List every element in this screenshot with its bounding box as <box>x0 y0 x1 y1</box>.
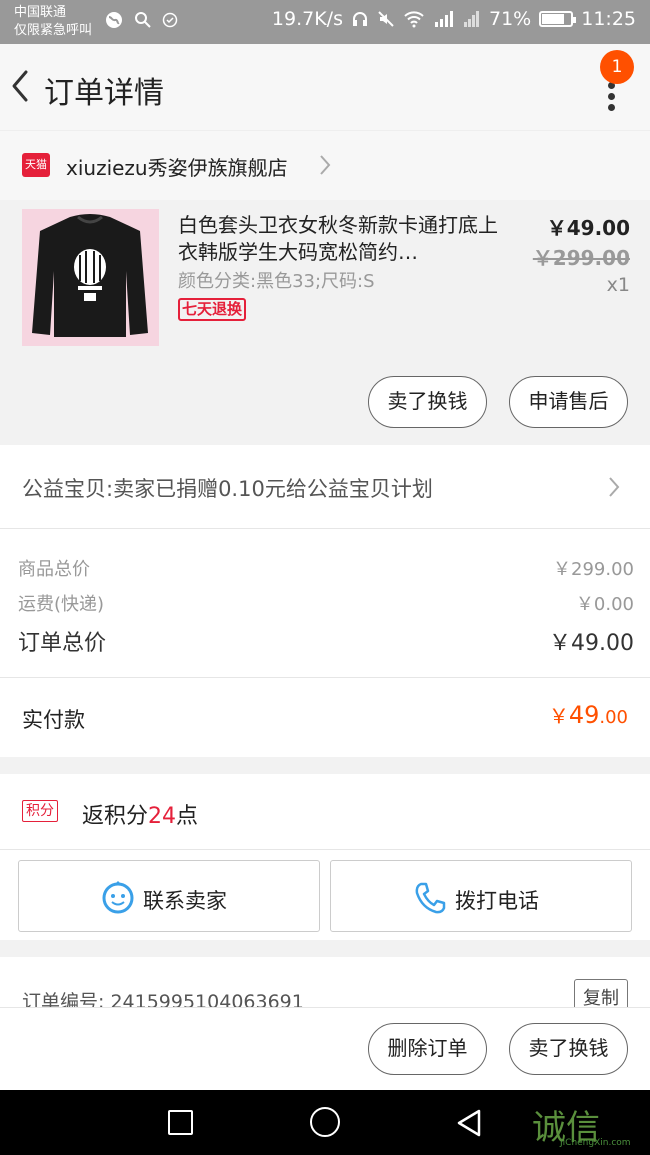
store-name[interactable]: xiuziezu秀姿伊族旗舰店 <box>66 152 288 181</box>
copy-button[interactable]: 复制 <box>574 979 628 1007</box>
chevron-right-icon <box>320 155 331 175</box>
goods-total-label: 商品总价 <box>18 559 90 580</box>
system-nav-bar: 诚信 JiChengXin.com <box>0 1090 650 1155</box>
status-bar: 中国联通 仅限紧急呼叫 19.7K/s 71% 11:25 <box>0 0 650 44</box>
clock: 11:25 <box>581 8 636 30</box>
emergency-only-text: 仅限紧急呼叫 <box>14 23 93 38</box>
amount-integer: 49 <box>568 701 600 729</box>
chevron-right-icon <box>609 477 620 497</box>
status-icons-left <box>104 10 178 30</box>
actual-payment-label: 实付款 <box>22 708 85 732</box>
network-speed: 19.7K/s <box>271 8 343 30</box>
points-badge: 积分 <box>22 800 58 822</box>
call-phone-button[interactable]: 拨打电话 <box>330 860 632 932</box>
status-icons-right: 19.7K/s 71% 11:25 <box>272 8 636 30</box>
check-circle-icon <box>162 12 178 28</box>
carrier-info: 中国联通 仅限紧急呼叫 <box>14 4 92 40</box>
signal-icon <box>464 11 479 27</box>
product-thumbnail[interactable] <box>22 209 159 346</box>
mute-icon <box>378 11 394 27</box>
actual-payment-row: 实付款 ￥49.00 <box>0 677 650 757</box>
product-item: 白色套头卫衣女秋冬新款卡通打底上衣韩版学生大码宽松简约… 颜色分类:黑色33;尺… <box>0 200 650 445</box>
home-icon[interactable] <box>310 1107 340 1137</box>
shipping-value: ￥0.00 <box>575 594 634 615</box>
after-sales-button[interactable]: 申请售后 <box>509 376 628 428</box>
shipping-label: 运费(快递) <box>18 594 105 615</box>
battery-fill <box>542 14 564 24</box>
contact-seller-label: 联系卖家 <box>143 889 227 913</box>
charity-text: 公益宝贝:卖家已捐赠0.10元给公益宝贝计划 <box>22 477 433 501</box>
product-quantity: x1 <box>606 274 630 296</box>
battery-percent: 71% <box>489 8 532 30</box>
points-prefix: 返积分 <box>82 804 149 829</box>
notification-badge: 1 <box>600 50 634 84</box>
sell-button[interactable]: 卖了换钱 <box>368 376 487 428</box>
order-number: 订单编号: 2415995104063691 <box>22 991 304 1007</box>
product-price: ￥49.00 <box>546 216 630 240</box>
product-original-price: ￥299.00 <box>532 246 630 270</box>
back-triangle-icon[interactable] <box>455 1108 483 1138</box>
charity-row[interactable]: 公益宝贝:卖家已捐赠0.10元给公益宝贝计划 <box>0 445 650 529</box>
store-row[interactable]: 天猫 xiuziezu秀姿伊族旗舰店 <box>0 130 650 200</box>
signal-4g-icon <box>435 11 453 27</box>
amount-decimal: .00 <box>599 707 628 728</box>
actual-payment-amount: ￥49.00 <box>549 700 628 729</box>
phone-icon <box>415 882 446 914</box>
sell-for-cash-button[interactable]: 卖了换钱 <box>509 1023 628 1075</box>
bottom-action-bar: 删除订单 卖了换钱 <box>0 1007 650 1090</box>
chat-bubble-icon <box>102 881 134 914</box>
search-icon <box>135 12 151 28</box>
page-title: 订单详情 <box>44 76 164 111</box>
headset-icon <box>353 12 367 26</box>
recent-apps-icon[interactable] <box>168 1110 193 1135</box>
contact-seller-button[interactable]: 联系卖家 <box>18 860 320 932</box>
wifi-icon <box>404 11 424 28</box>
goods-total-value: ￥299.00 <box>553 559 634 580</box>
currency-symbol: ￥ <box>548 704 569 728</box>
carrier-name: 中国联通 <box>14 5 67 20</box>
seven-day-return-badge: 七天退换 <box>178 298 247 321</box>
sweatshirt-image <box>22 209 159 346</box>
back-arrow-icon[interactable] <box>6 66 36 106</box>
more-menu-icon[interactable] <box>608 82 616 118</box>
globe-icon <box>106 12 122 28</box>
call-phone-label: 拨打电话 <box>455 889 539 913</box>
battery-icon <box>539 11 577 27</box>
points-row: 积分 返积分24点 <box>0 774 650 850</box>
order-total-label: 订单总价 <box>18 631 107 656</box>
price-summary: 商品总价 ￥299.00 运费(快递) ￥0.00 订单总价 ￥49.00 <box>0 529 650 677</box>
watermark-url: JiChengXin.com <box>560 1138 631 1148</box>
points-value: 24 <box>148 804 177 829</box>
order-number-row: 订单编号: 2415995104063691 复制 <box>0 957 650 1007</box>
points-text: 返积分24点 <box>82 798 198 830</box>
nav-bar: 订单详情 1 <box>0 44 650 130</box>
product-title[interactable]: 白色套头卫衣女秋冬新款卡通打底上衣韩版学生大码宽松简约… <box>178 212 498 266</box>
points-suffix: 点 <box>176 804 199 829</box>
product-sku: 颜色分类:黑色33;尺码:S <box>178 271 375 292</box>
tmall-logo: 天猫 <box>22 153 50 177</box>
order-total-value: ￥49.00 <box>549 631 634 656</box>
contact-buttons: 联系卖家 拨打电话 <box>0 850 650 940</box>
delete-order-button[interactable]: 删除订单 <box>368 1023 487 1075</box>
